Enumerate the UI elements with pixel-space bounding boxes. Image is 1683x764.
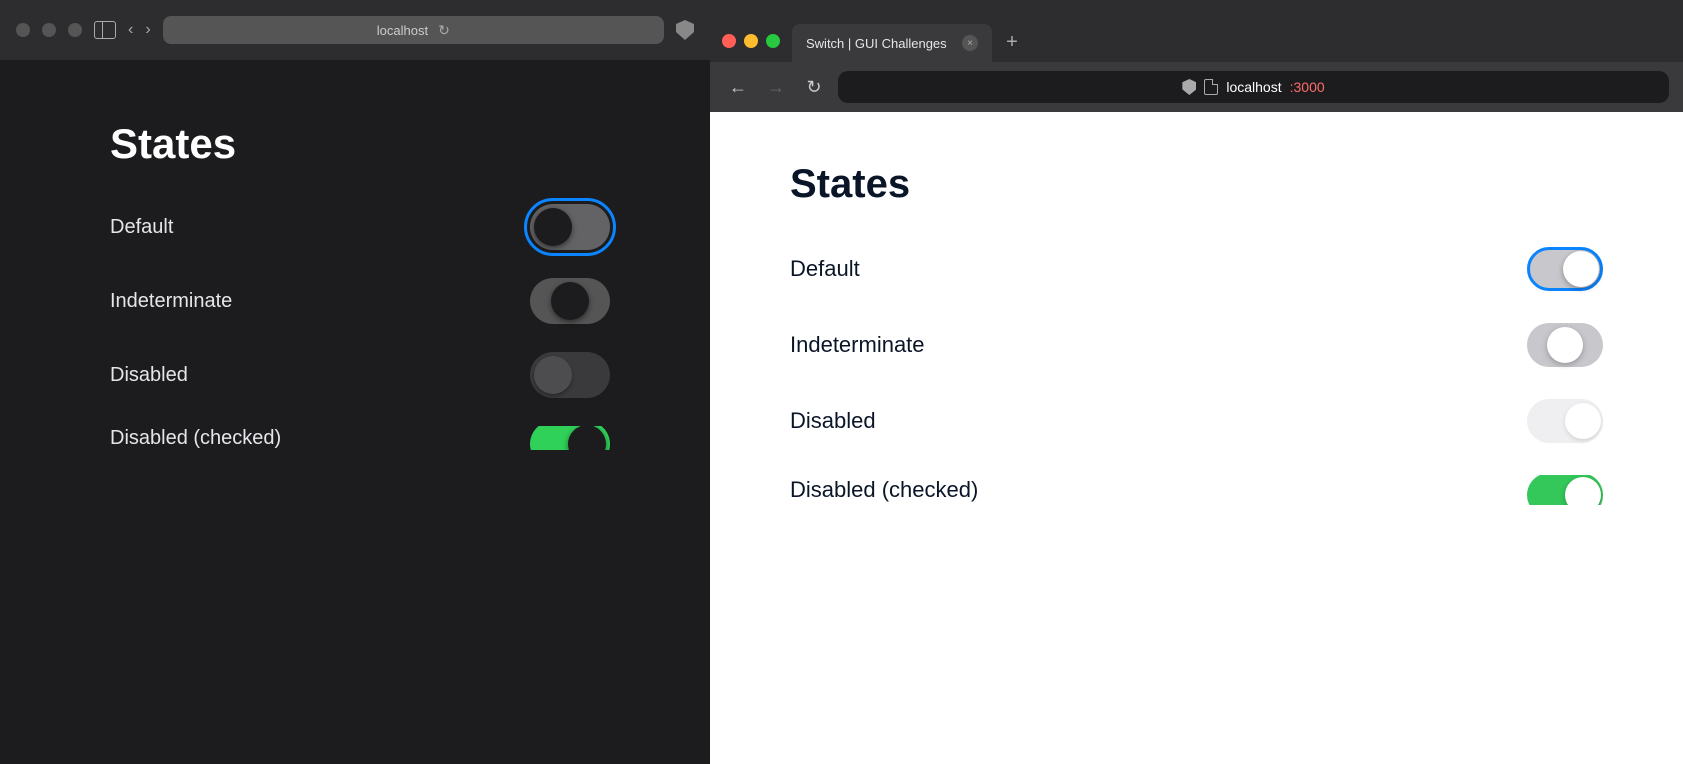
bg-shield-icon [676,20,694,40]
state-row-indeterminate: Indeterminate [790,323,1603,367]
toggle-indeterminate[interactable] [1527,323,1603,367]
bg-label-disabled-checked: Disabled (checked) [110,427,281,450]
bg-tl-yellow[interactable] [42,23,56,37]
tab-tl-red[interactable] [722,34,736,48]
bg-section-title: States [110,120,670,168]
toggle-disabled-knob [1565,403,1601,439]
tab-traffic-lights [722,34,780,62]
toggle-indeterminate-knob [1547,327,1583,363]
bg-toggle-indeterminate-knob [551,282,589,320]
bg-sidebar-icon[interactable] [94,21,116,39]
bg-toggle-disabled-knob [534,356,572,394]
bg-label-indeterminate: Indeterminate [110,290,232,313]
toggle-default[interactable] [1527,247,1603,291]
bg-row-indeterminate: Indeterminate [110,278,670,324]
state-label-indeterminate: Indeterminate [790,332,925,358]
bg-back-button[interactable]: ‹ [128,21,133,39]
tab-tl-green[interactable] [766,34,780,48]
state-label-disabled-checked: Disabled (checked) [790,477,978,503]
bg-address-text: localhost [377,23,428,38]
bg-tl-red[interactable] [16,23,30,37]
bg-reload-icon[interactable]: ↻ [438,22,450,39]
bg-toggle-disabled [530,352,610,398]
bg-row-default: Default [110,204,670,250]
state-row-disabled: Disabled [790,399,1603,443]
tab-label: Switch | GUI Challenges [806,36,954,51]
tab-item-active[interactable]: Switch | GUI Challenges × [792,24,992,62]
state-label-default: Default [790,256,860,282]
bg-row-disabled: Disabled [110,352,670,398]
bg-titlebar: ‹ › localhost ↻ [0,0,710,60]
nav-back-button[interactable]: ← [724,77,752,98]
toggle-default-knob [1563,251,1599,287]
bg-content-area: States Default Indeterminate Disabled Di… [0,60,710,490]
address-bar[interactable]: localhost :3000 [838,71,1669,103]
nav-reload-button[interactable]: ↻ [800,77,828,98]
state-label-disabled: Disabled [790,408,876,434]
bg-label-default: Default [110,216,173,239]
bg-label-disabled: Disabled [110,364,188,387]
nav-forward-button[interactable]: → [762,77,790,98]
bg-tl-green[interactable] [68,23,82,37]
address-port: :3000 [1290,79,1325,95]
state-row-default: Default [790,247,1603,291]
bg-toggle-indeterminate[interactable] [530,278,610,324]
tab-close-button[interactable]: × [962,35,978,51]
toggle-disabled-checked-knob [1565,477,1601,505]
address-page-icon [1204,79,1218,95]
tab-add-button[interactable]: + [996,26,1028,58]
toggle-disabled-checked [1527,475,1603,505]
bg-toggle-default-knob [534,208,572,246]
foreground-browser: Switch | GUI Challenges × + ← → ↻ localh… [710,0,1683,764]
address-host: localhost [1226,79,1281,95]
address-shield-icon [1182,79,1196,95]
tab-bar: Switch | GUI Challenges × + [710,0,1683,62]
bg-toggle-disabled-checked [530,426,610,450]
bg-toggle-disabled-checked-knob [568,426,606,450]
state-row-disabled-checked: Disabled (checked) [790,475,1603,505]
toggle-disabled [1527,399,1603,443]
tab-tl-yellow[interactable] [744,34,758,48]
bg-toggle-default[interactable] [530,204,610,250]
background-browser: ‹ › localhost ↻ States Default Indetermi… [0,0,710,764]
bg-row-disabled-checked: Disabled (checked) [110,426,670,450]
bg-address-bar[interactable]: localhost ↻ [163,16,664,44]
section-title: States [790,162,1603,207]
nav-bar: ← → ↻ localhost :3000 [710,62,1683,112]
bg-forward-button[interactable]: › [145,21,150,39]
tab-close-icon: × [967,38,973,49]
content-area: States Default Indeterminate Disabled Di… [710,112,1683,764]
